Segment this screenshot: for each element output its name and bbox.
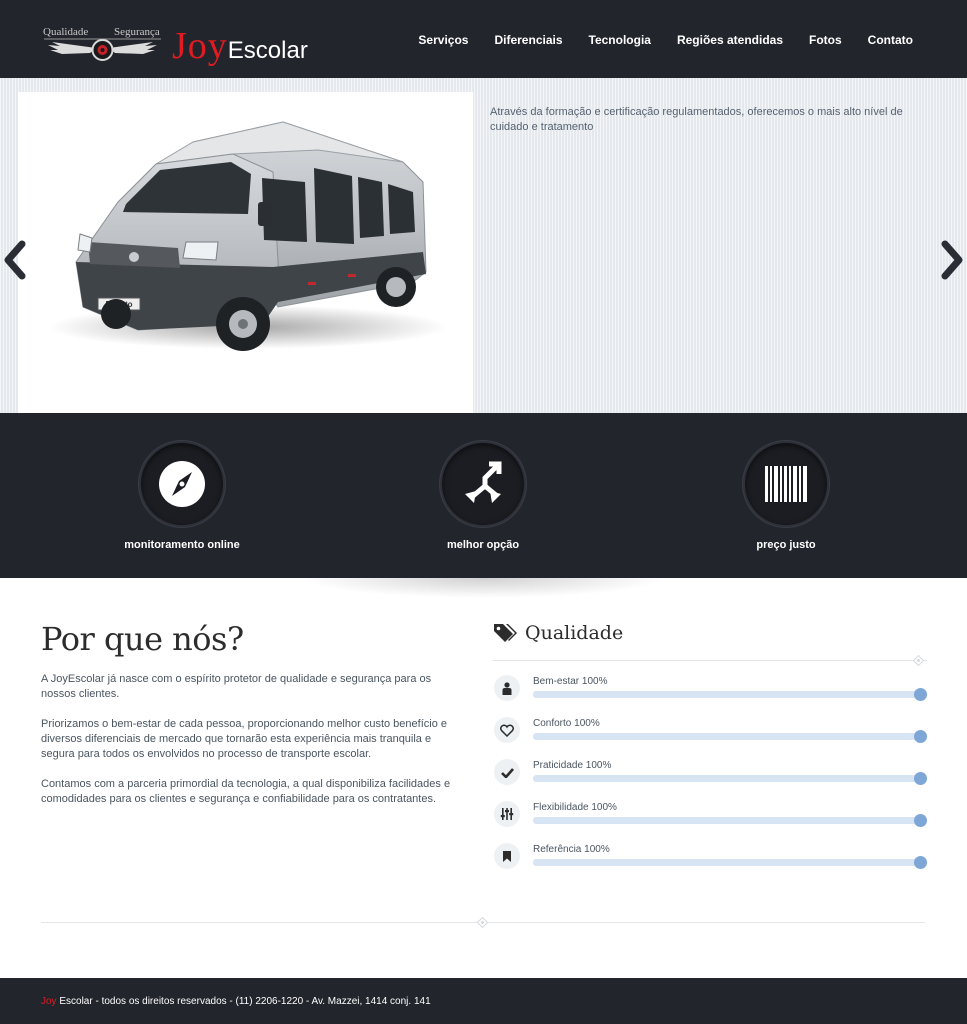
why-us-paragraph: Contamos com a parceria primordial da te… (41, 778, 451, 805)
brand-wordmark: JoyEscolar (172, 24, 308, 68)
skill-label: Praticidade 100% (533, 760, 612, 771)
hero-slider: Ducato Através da formação e certificaçã… (0, 78, 967, 413)
nav-item-fotos[interactable]: Fotos (809, 33, 842, 47)
skill-bar-fill (533, 775, 921, 782)
skill-bar (533, 730, 927, 743)
logo-emblem: Qualidade Segurança (40, 22, 165, 66)
skill-bar (533, 814, 927, 827)
skill-list: Bem-estar 100% Conforto 100% Praticidade… (493, 661, 927, 871)
slide-caption: Através da formação e certificação regul… (490, 106, 903, 133)
skill-conforto: Conforto 100% (493, 703, 927, 745)
brand-escolar: Escolar (227, 37, 308, 64)
content-section: Por que nós? A JoyEscolar já nasce com o… (0, 578, 967, 978)
heart-icon (494, 717, 520, 743)
feature-icon-circle (139, 441, 225, 527)
slider-next-button[interactable] (937, 240, 967, 280)
feature-icon-circle (440, 441, 526, 527)
nav-item-tecnologia[interactable]: Tecnologia (589, 33, 651, 47)
merge-arrows-icon (465, 461, 502, 503)
skill-bar-fill (533, 859, 921, 866)
logo[interactable]: Qualidade Segurança JoyEscolar (40, 22, 320, 68)
skill-label: Referência 100% (533, 844, 610, 855)
main-nav: Serviços Diferenciais Tecnologia Regiões… (392, 33, 913, 47)
why-us-paragraph: Priorizamos o bem-estar de cada pessoa, … (41, 718, 448, 760)
van-image: Ducato (48, 121, 448, 351)
nav-item-regioes-atendidas[interactable]: Regiões atendidas (677, 33, 783, 47)
section-shadow (300, 578, 667, 598)
skill-bar (533, 688, 927, 701)
feature-preco-justo[interactable]: preço justo (686, 441, 886, 551)
skill-flexibilidade: Flexibilidade 100% (493, 787, 927, 829)
slide-image-van: Ducato (18, 92, 473, 413)
skill-bar-knob[interactable] (914, 688, 927, 701)
skill-bar (533, 772, 927, 785)
nav-item-contato[interactable]: Contato (868, 33, 913, 47)
skill-bar (533, 856, 927, 869)
bookmark-icon (494, 843, 520, 869)
chevron-left-icon (4, 240, 26, 280)
skill-label: Bem-estar 100% (533, 676, 608, 687)
quality-block: Qualidade Bem-estar 100% Conforto 100% P… (493, 618, 927, 871)
skill-label: Flexibilidade 100% (533, 802, 617, 813)
winged-wheel-icon (44, 38, 161, 61)
features-strip: monitoramento online melhor opção preço … (0, 413, 967, 578)
quality-heading: Qualidade (493, 618, 927, 648)
skill-bar-knob[interactable] (914, 856, 927, 869)
chevron-right-icon (941, 240, 963, 280)
skill-bar-knob[interactable] (914, 730, 927, 743)
divider-ornament-icon (477, 917, 488, 928)
why-us-title: Por que nós? (41, 620, 244, 658)
check-icon (494, 759, 520, 785)
compass-icon (159, 461, 205, 507)
feature-melhor-opcao[interactable]: melhor opção (383, 441, 583, 551)
feature-label: melhor opção (446, 539, 520, 551)
person-icon (494, 675, 520, 701)
why-us-block: Por que nós? A JoyEscolar já nasce com o… (41, 620, 461, 807)
divider (41, 917, 925, 928)
tags-icon (494, 624, 517, 642)
feature-label: monitoramento online (124, 539, 240, 551)
footer-info: Escolar - todos os direitos reservados -… (56, 996, 431, 1007)
feature-label: preço justo (756, 539, 816, 551)
skill-bar-knob[interactable] (914, 814, 927, 827)
slider-prev-button[interactable] (0, 240, 30, 280)
barcode-icon (765, 466, 807, 502)
skill-bar-fill (533, 817, 921, 824)
feature-icon-circle (743, 441, 829, 527)
footer-text: Joy Escolar - todos os direitos reservad… (41, 996, 431, 1007)
why-us-paragraph: A JoyEscolar já nasce com o espírito pro… (41, 673, 432, 700)
skill-bem-estar: Bem-estar 100% (493, 661, 927, 703)
skill-bar-knob[interactable] (914, 772, 927, 785)
skill-bar-fill (533, 691, 921, 698)
nav-item-servicos[interactable]: Serviços (418, 33, 468, 47)
skill-bar-fill (533, 733, 921, 740)
skill-label: Conforto 100% (533, 718, 600, 729)
sliders-icon (494, 801, 520, 827)
skill-referencia: Referência 100% (493, 829, 927, 871)
site-footer: Joy Escolar - todos os direitos reservad… (0, 978, 967, 1024)
quality-title: Qualidade (525, 622, 624, 644)
site-header: Qualidade Segurança JoyEscolar Serviços … (0, 0, 967, 78)
nav-item-diferenciais[interactable]: Diferenciais (494, 33, 562, 47)
feature-monitoramento-online[interactable]: monitoramento online (82, 441, 282, 551)
footer-brand-joy: Joy (41, 996, 57, 1007)
brand-joy: Joy (172, 25, 228, 67)
skill-praticidade: Praticidade 100% (493, 745, 927, 787)
